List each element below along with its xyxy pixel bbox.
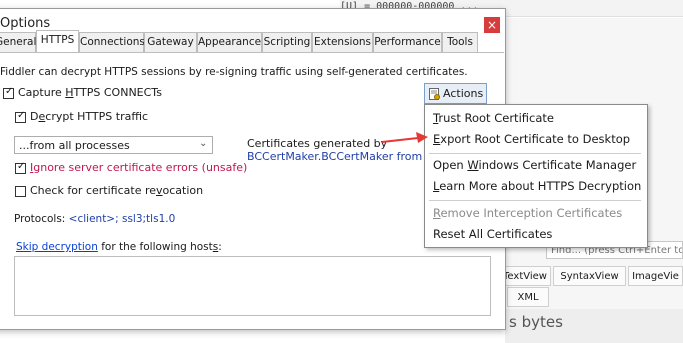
tab-imageview[interactable]: ImageVie xyxy=(628,266,683,286)
https-intro-text: Fiddler can decrypt HTTPS sessions by re… xyxy=(0,66,468,78)
menu-item-remove-interception[interactable]: Remove Interception Certificates xyxy=(433,206,622,220)
ignore-errors-checkbox[interactable] xyxy=(15,161,26,174)
tab-https[interactable]: HTTPS xyxy=(36,30,79,52)
tab-connections[interactable]: Connections xyxy=(79,32,145,52)
skip-hosts-textarea[interactable] xyxy=(14,256,491,316)
skip-decryption-link[interactable]: Skip decryption xyxy=(16,241,98,253)
process-filter-value: ...from all processes xyxy=(19,139,130,152)
tab-performance[interactable]: Performance xyxy=(373,32,442,52)
menu-item-trust-root[interactable]: Trust Root Certificate xyxy=(433,111,554,125)
decrypt-https-label: Decrypt HTTPS traffic xyxy=(30,110,149,123)
certs-generated-label: Certificates generated by xyxy=(247,137,388,150)
tab-xml[interactable]: XML xyxy=(507,287,549,307)
tab-divider xyxy=(0,52,504,53)
skip-decryption-row: Skip decryption for the following hosts: xyxy=(16,241,222,253)
decrypt-https-checkbox[interactable] xyxy=(15,110,26,123)
actions-button-label: Actions xyxy=(443,87,484,100)
tab-syntaxview[interactable]: SyntaxView xyxy=(553,266,626,286)
menu-separator xyxy=(429,200,641,201)
capture-https-label: Capture HTTPS CONNECTs xyxy=(18,86,162,99)
close-icon: × xyxy=(486,18,498,32)
actions-menu: Trust Root Certificate Export Root Certi… xyxy=(424,104,648,248)
tab-scripting[interactable]: Scripting xyxy=(262,32,312,52)
revocation-checkbox[interactable] xyxy=(15,186,26,197)
tab-gateway[interactable]: Gateway xyxy=(144,32,197,52)
tab-appearance[interactable]: Appearance xyxy=(197,32,262,52)
menu-item-reset-all[interactable]: Reset All Certificates xyxy=(433,227,552,241)
menu-item-learn-more[interactable]: Learn More about HTTPS Decryption xyxy=(433,179,641,193)
process-filter-select[interactable]: ...from all processes ⌄ xyxy=(14,136,213,154)
bytes-label: s bytes xyxy=(509,313,563,331)
capture-https-checkbox[interactable] xyxy=(3,86,14,99)
dialog-title: Options xyxy=(0,16,51,31)
tab-extensions[interactable]: Extensions xyxy=(312,32,373,52)
actions-button[interactable]: Actions xyxy=(424,83,487,104)
menu-item-export-root[interactable]: Export Root Certificate to Desktop xyxy=(433,132,630,146)
annotation-arrow-icon xyxy=(381,132,428,143)
protocols-value: <client>; ssl3;tls1.0 xyxy=(68,213,176,225)
ignore-errors-label: Ignore server certificate errors (unsafe… xyxy=(30,161,248,174)
menu-separator xyxy=(429,153,641,154)
revocation-label: Check for certificate revocation xyxy=(30,184,204,197)
certificate-icon xyxy=(429,88,440,100)
protocols-label: Protocols: xyxy=(14,213,69,225)
close-button[interactable]: × xyxy=(484,17,500,33)
menu-item-open-cert-manager[interactable]: Open Windows Certificate Manager xyxy=(433,158,636,172)
protocols-row: Protocols: <client>; ssl3;tls1.0 xyxy=(14,213,175,225)
tab-general[interactable]: General xyxy=(0,32,36,52)
chevron-down-icon: ⌄ xyxy=(199,138,208,149)
tab-tools[interactable]: Tools xyxy=(442,32,478,52)
certs-generated-value: BCCertMaker.BCCertMaker from Cert xyxy=(247,150,449,163)
tab-textview[interactable]: TextView xyxy=(499,266,551,286)
